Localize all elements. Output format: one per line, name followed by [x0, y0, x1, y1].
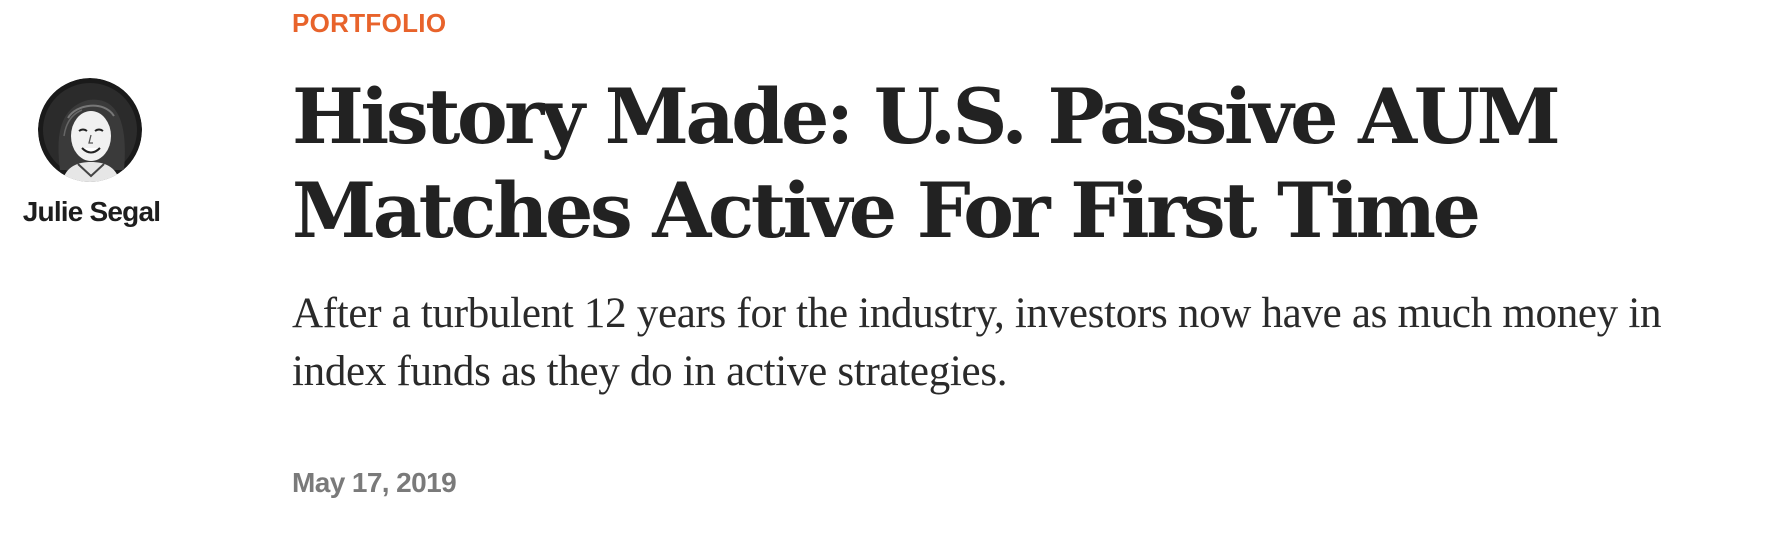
article-header: PORTFOLIO History Made: U.S. Passive AUM… [292, 0, 1762, 499]
headline-line-2: Matches Active For First Time [292, 166, 1481, 255]
headline-line-1: History Made: U.S. Passive AUM [292, 72, 1561, 161]
author-avatar[interactable] [38, 78, 142, 182]
headline: History Made: U.S. Passive AUM Matches A… [292, 70, 1762, 258]
author-portrait-icon [38, 78, 142, 182]
publish-date: May 17, 2019 [292, 467, 457, 498]
subheadline: After a turbulent 12 years for the indus… [292, 290, 1662, 395]
author-byline: Julie Segal [0, 78, 180, 228]
section-label[interactable]: PORTFOLIO [292, 8, 446, 39]
author-name[interactable]: Julie Segal [3, 196, 180, 228]
